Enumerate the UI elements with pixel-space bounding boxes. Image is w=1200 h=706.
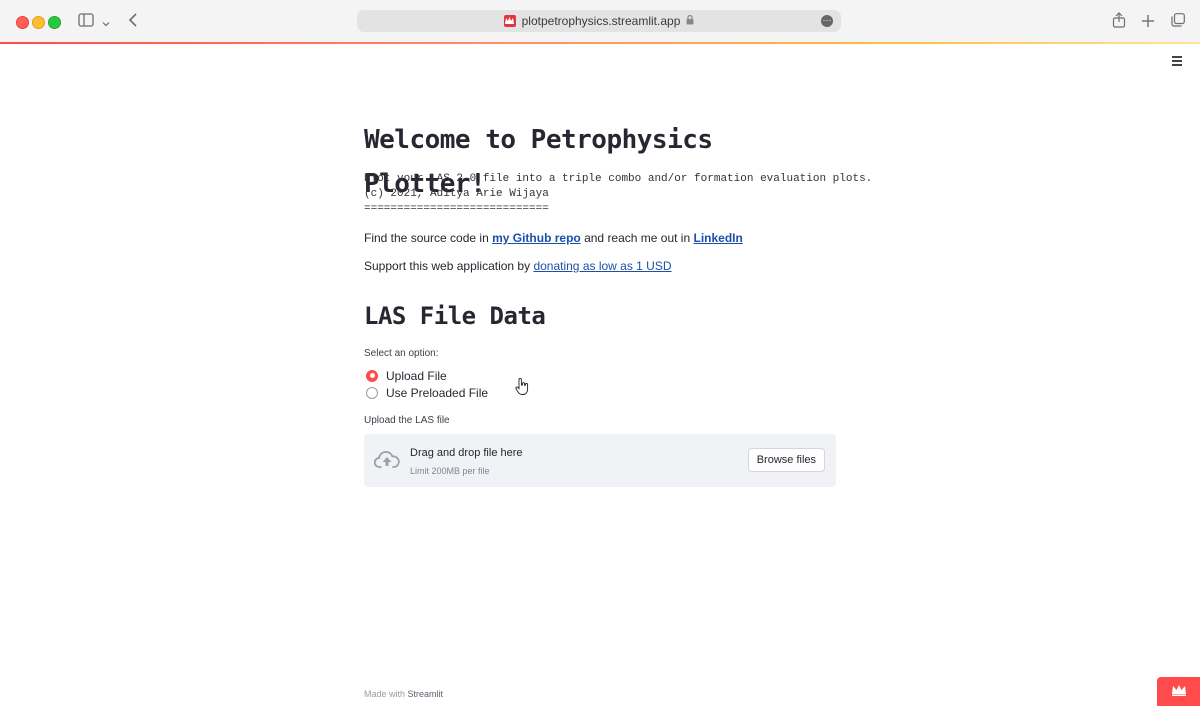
browse-files-button[interactable]: Browse files	[747, 448, 825, 472]
radio-option-use-preloaded-file[interactable]: Use Preloaded File	[364, 384, 836, 401]
url-text: plotpetrophysics.streamlit.app	[521, 14, 681, 28]
streamlit-footer-link[interactable]: Streamlit	[408, 689, 444, 699]
streamlit-badge[interactable]	[1157, 677, 1200, 706]
cloud-upload-icon	[373, 450, 400, 475]
sidebar-icon[interactable]	[78, 13, 94, 30]
radio-option-label: Upload File	[386, 368, 447, 383]
more-icon[interactable]: ···	[821, 15, 833, 27]
zoom-window-button[interactable]	[48, 16, 61, 29]
source-paragraph: Find the source code in my Github repo a…	[364, 231, 743, 245]
radio-button-selected[interactable]	[366, 369, 378, 382]
chevron-down-icon[interactable]	[102, 15, 110, 31]
minimize-window-button[interactable]	[32, 16, 45, 29]
pointer-cursor-icon	[515, 377, 529, 401]
crown-icon	[1171, 683, 1187, 701]
file-limit-text: Limit 200MB per file	[410, 466, 490, 476]
tabs-icon[interactable]	[1171, 13, 1185, 30]
radio-option-upload-file[interactable]: Upload File	[364, 367, 836, 384]
drag-drop-text: Drag and drop file here	[410, 447, 523, 459]
back-icon[interactable]	[128, 13, 138, 30]
file-dropzone[interactable]: Drag and drop file here Limit 200MB per …	[364, 434, 836, 487]
main-content: Welcome to Petrophysics Plotter! Plot yo…	[364, 118, 873, 426]
github-repo-link[interactable]: my Github repo	[492, 231, 581, 245]
upload-file-label: Upload the LAS file	[364, 415, 450, 426]
code-line: ============================	[364, 203, 549, 215]
new-tab-icon[interactable]	[1142, 14, 1154, 30]
share-icon[interactable]	[1112, 12, 1126, 31]
close-window-button[interactable]	[16, 16, 29, 29]
address-bar[interactable]: plotpetrophysics.streamlit.app ···	[357, 10, 841, 32]
radio-option-label: Use Preloaded File	[386, 385, 489, 400]
donate-link[interactable]: donating as low as 1 USD	[533, 259, 671, 273]
code-line: (c) 2021, Aditya Arie Wijaya	[364, 188, 549, 200]
footer: Made with Streamlit	[364, 689, 444, 699]
radio-button-unselected[interactable]	[366, 386, 378, 399]
section-title: LAS File Data	[364, 302, 546, 330]
streamlit-top-decoration	[0, 42, 1200, 44]
linkedin-link[interactable]: LinkedIn	[693, 231, 742, 245]
main-menu-icon[interactable]	[1172, 56, 1182, 68]
browser-toolbar: plotpetrophysics.streamlit.app ···	[0, 0, 1200, 43]
option-radio-group: Upload File Use Preloaded File	[364, 367, 836, 401]
page-title: Welcome to Petrophysics Plotter!	[364, 125, 713, 199]
intro-code-block: Plot your LAS 2.0 file into a triple com…	[364, 172, 873, 217]
lock-icon	[686, 14, 694, 28]
streamlit-favicon-icon	[503, 15, 516, 27]
support-paragraph: Support this web application by donating…	[364, 259, 672, 273]
code-line: Plot your LAS 2.0 file into a triple com…	[364, 173, 873, 185]
select-option-label: Select an option:	[364, 348, 439, 359]
